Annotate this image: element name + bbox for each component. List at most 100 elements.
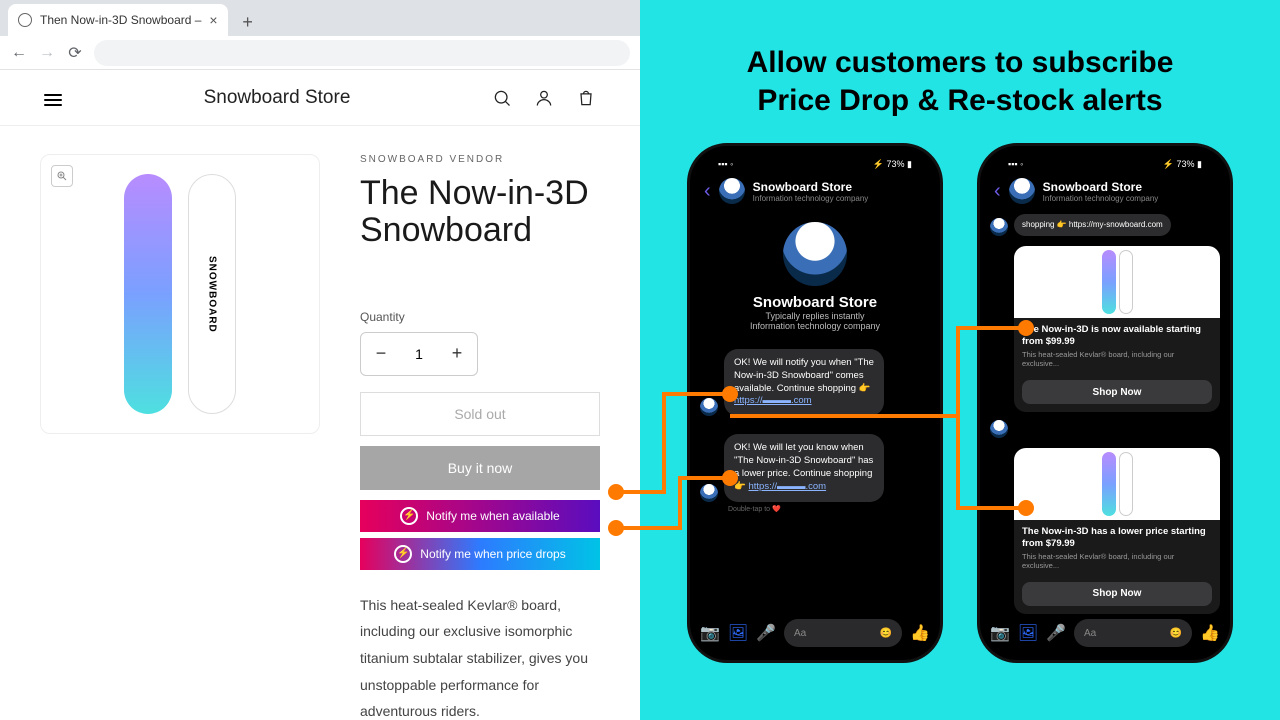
sold-out-button: Sold out bbox=[360, 392, 600, 436]
promo-headline: Allow customers to subscribe Price Drop … bbox=[640, 44, 1280, 119]
message-link[interactable]: https://▬▬▬.com bbox=[748, 481, 826, 492]
chat-intro: Snowboard Store Typically replies instan… bbox=[700, 222, 930, 331]
product-card-2[interactable]: The Now-in-3D has a lower price starting… bbox=[1014, 448, 1220, 614]
vendor-label: SNOWBOARD VENDOR bbox=[360, 154, 600, 165]
chat-input[interactable]: Aa😊 bbox=[1074, 619, 1192, 647]
new-tab-button[interactable]: + bbox=[234, 8, 262, 36]
quantity-stepper: − 1 + bbox=[360, 332, 478, 376]
avatar-large bbox=[783, 222, 847, 286]
chat-header: ‹ Snowboard Store Information technology… bbox=[990, 172, 1220, 214]
messenger-icon: ⚡ bbox=[400, 507, 418, 525]
forward-button[interactable]: → bbox=[38, 44, 56, 62]
browser-tab[interactable]: Then Now-in-3D Snowboard – × bbox=[8, 4, 228, 36]
reload-button[interactable]: ⟳ bbox=[66, 43, 84, 63]
product-description: This heat-sealed Kevlar® board, includin… bbox=[360, 592, 600, 720]
avatar bbox=[1009, 178, 1035, 204]
snowboard-graphic-1 bbox=[124, 174, 172, 414]
close-tab-icon[interactable]: × bbox=[209, 12, 217, 28]
double-tap-hint: Double-tap to ❤️ bbox=[728, 505, 930, 513]
tab-title: Then Now-in-3D Snowboard – bbox=[40, 13, 201, 27]
connector-line bbox=[662, 392, 728, 396]
cart-icon[interactable] bbox=[576, 88, 596, 108]
message-snippet: shopping 👉 https://my-snowboard.com bbox=[1014, 214, 1171, 236]
account-icon[interactable] bbox=[534, 88, 554, 108]
address-bar[interactable] bbox=[94, 40, 630, 66]
intro-replies: Typically replies instantly bbox=[700, 311, 930, 321]
browser-toolbar: ← → ⟳ bbox=[0, 36, 640, 70]
avatar bbox=[700, 484, 718, 502]
chat-input[interactable]: Aa😊 bbox=[784, 619, 902, 647]
connector-line bbox=[616, 490, 666, 494]
connector-line bbox=[678, 476, 682, 530]
chat-message-2: OK! We will let you know when "The Now-i… bbox=[700, 434, 930, 501]
camera-icon[interactable]: 📷 bbox=[700, 623, 720, 643]
chat-store-sub: Information technology company bbox=[753, 194, 869, 203]
browser-tabbar: Then Now-in-3D Snowboard – × + bbox=[0, 0, 640, 36]
connector-line bbox=[956, 328, 960, 508]
message-bubble: OK! We will notify you when "The Now-in-… bbox=[724, 349, 884, 416]
notify-price-button[interactable]: ⚡ Notify me when price drops bbox=[360, 538, 600, 570]
mic-icon[interactable]: 🎤 bbox=[1046, 623, 1066, 643]
notify-available-label: Notify me when available bbox=[426, 509, 559, 523]
gallery-icon[interactable]: 🖼 bbox=[728, 623, 748, 643]
connector-line bbox=[678, 476, 728, 480]
store-header: Snowboard Store bbox=[0, 70, 640, 126]
message-link[interactable]: https://▬▬▬.com bbox=[734, 395, 812, 406]
like-icon[interactable]: 👍 bbox=[910, 623, 930, 643]
connector-line bbox=[662, 394, 666, 494]
product-page: SNOWBOARD SNOWBOARD VENDOR The Now-in-3D… bbox=[0, 126, 640, 720]
notify-price-label: Notify me when price drops bbox=[420, 547, 565, 561]
phone-mockup-2: ▪▪▪ ◦ 9:17 AM ⚡ 73% ▮ ‹ Snowboard Store … bbox=[977, 143, 1233, 663]
notify-available-button[interactable]: ⚡ Notify me when available bbox=[360, 500, 600, 532]
emoji-icon[interactable]: 😊 bbox=[1170, 628, 1182, 639]
card-image bbox=[1014, 246, 1220, 318]
browser-window: Then Now-in-3D Snowboard – × + ← → ⟳ Sno… bbox=[0, 0, 640, 720]
globe-icon bbox=[18, 13, 32, 27]
intro-name: Snowboard Store bbox=[700, 294, 930, 311]
buy-now-button[interactable]: Buy it now bbox=[360, 446, 600, 490]
camera-icon[interactable]: 📷 bbox=[990, 623, 1010, 643]
chat-input-bar: 📷 🖼 🎤 Aa😊 👍 bbox=[990, 616, 1220, 650]
card-title: The Now-in-3D has a lower price starting… bbox=[1022, 526, 1212, 550]
promo-panel: Allow customers to subscribe Price Drop … bbox=[640, 0, 1280, 720]
menu-icon[interactable] bbox=[44, 91, 62, 105]
avatar bbox=[990, 218, 1008, 236]
qty-increase-button[interactable]: + bbox=[437, 343, 477, 364]
avatar bbox=[700, 398, 718, 416]
product-title: The Now-in-3D Snowboard bbox=[360, 175, 600, 250]
connector-line bbox=[730, 414, 960, 418]
quantity-label: Quantity bbox=[360, 310, 600, 324]
qty-decrease-button[interactable]: − bbox=[361, 343, 401, 364]
chat-store-name: Snowboard Store bbox=[1043, 180, 1159, 194]
emoji-icon[interactable]: 😊 bbox=[880, 628, 892, 639]
message-bubble: OK! We will let you know when "The Now-i… bbox=[724, 434, 884, 501]
like-icon[interactable]: 👍 bbox=[1200, 623, 1220, 643]
product-image[interactable]: SNOWBOARD bbox=[40, 154, 320, 434]
avatar bbox=[990, 420, 1008, 438]
mic-icon[interactable]: 🎤 bbox=[756, 623, 776, 643]
shop-now-button[interactable]: Shop Now bbox=[1022, 380, 1212, 404]
chat-input-bar: 📷 🖼 🎤 Aa😊 👍 bbox=[700, 616, 930, 650]
chat-message-1: OK! We will notify you when "The Now-in-… bbox=[700, 349, 930, 416]
store-name: Snowboard Store bbox=[62, 87, 492, 109]
back-icon[interactable]: ‹ bbox=[994, 180, 1001, 203]
shop-now-button[interactable]: Shop Now bbox=[1022, 582, 1212, 606]
back-icon[interactable]: ‹ bbox=[704, 180, 711, 203]
search-icon[interactable] bbox=[492, 88, 512, 108]
avatar bbox=[719, 178, 745, 204]
card-desc: This heat-sealed Kevlar® board, includin… bbox=[1022, 552, 1212, 570]
connector-line bbox=[956, 506, 1024, 510]
card-desc: This heat-sealed Kevlar® board, includin… bbox=[1022, 350, 1212, 368]
zoom-icon[interactable] bbox=[51, 165, 73, 187]
messenger-icon: ⚡ bbox=[394, 545, 412, 563]
phone-mockup-1: ▪▪▪ ◦ 9:17 AM ⚡ 73% ▮ ‹ Snowboard Store … bbox=[687, 143, 943, 663]
gallery-icon[interactable]: 🖼 bbox=[1018, 623, 1038, 643]
product-card-1[interactable]: The Now-in-3D is now available starting … bbox=[1014, 246, 1220, 412]
card-title: The Now-in-3D is now available starting … bbox=[1022, 324, 1212, 348]
back-button[interactable]: ← bbox=[10, 44, 28, 62]
connector-line bbox=[616, 526, 682, 530]
chat-store-name: Snowboard Store bbox=[753, 180, 869, 194]
qty-value: 1 bbox=[401, 346, 437, 362]
card-image bbox=[1014, 448, 1220, 520]
chat-header: ‹ Snowboard Store Information technology… bbox=[700, 172, 930, 214]
